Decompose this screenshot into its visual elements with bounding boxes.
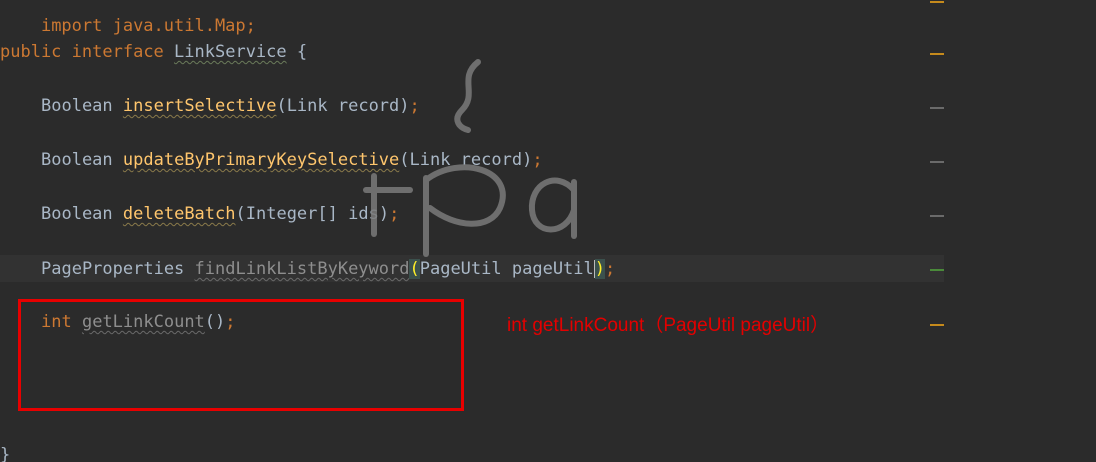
code-line-method-find: PageProperties findLinkListByKeyword(Pag… bbox=[41, 256, 615, 282]
code-line-import: import java.util.Map; bbox=[0, 0, 256, 36]
method-params: Link record bbox=[409, 150, 523, 170]
semicolon: ; bbox=[389, 204, 400, 224]
open-paren-match: ( bbox=[409, 259, 420, 279]
annotation-text: int getLinkCount（PageUtil pageUtil） bbox=[507, 315, 830, 336]
close-brace: } bbox=[0, 445, 11, 462]
info-marker[interactable] bbox=[930, 107, 944, 109]
method-name-insert-selective[interactable]: insertSelective bbox=[123, 96, 277, 116]
code-line-method-delete: Boolean deleteBatch(Integer[] ids); bbox=[41, 204, 400, 224]
param-type: PageUtil bbox=[419, 259, 502, 279]
warning-marker[interactable] bbox=[930, 1, 944, 3]
return-type: Boolean bbox=[41, 204, 113, 224]
return-type: Boolean bbox=[41, 96, 113, 116]
semicolon: ; bbox=[605, 259, 616, 279]
import-statement: import java.util.Map; bbox=[40, 16, 256, 36]
info-marker[interactable] bbox=[930, 161, 944, 163]
return-type: PageProperties bbox=[41, 259, 185, 279]
method-params: Link record bbox=[286, 96, 400, 116]
method-name-delete-batch[interactable]: deleteBatch bbox=[123, 204, 236, 224]
interface-name[interactable]: LinkService bbox=[174, 42, 287, 62]
return-type: Boolean bbox=[41, 150, 113, 170]
method-name-find-link-list-by-keyword[interactable]: findLinkListByKeyword bbox=[195, 259, 410, 279]
keyword-interface: interface bbox=[71, 42, 164, 62]
info-marker[interactable] bbox=[930, 215, 944, 217]
warning-marker[interactable] bbox=[930, 53, 944, 55]
warning-marker[interactable] bbox=[930, 324, 944, 326]
code-line-closing-brace: } bbox=[0, 442, 10, 462]
method-name-update-by-primary-key-selective[interactable]: updateByPrimaryKeySelective bbox=[123, 150, 399, 170]
method-params: Integer[] ids bbox=[245, 204, 379, 224]
semicolon: ; bbox=[409, 96, 420, 116]
keyword-public: public bbox=[0, 42, 62, 62]
close-paren-match: ) bbox=[594, 259, 606, 279]
param-name: pageUtil bbox=[511, 259, 594, 279]
open-brace: { bbox=[296, 42, 308, 62]
code-line-method-insert: Boolean insertSelective(Link record); bbox=[41, 96, 420, 116]
code-line-method-update: Boolean updateByPrimaryKeySelective(Link… bbox=[41, 150, 543, 170]
annotation-highlight-box bbox=[18, 299, 464, 411]
code-line-interface-declaration: public interface LinkService { bbox=[0, 39, 307, 65]
code-editor[interactable]: import java.util.Map; public interface L… bbox=[0, 0, 1096, 462]
semicolon: ; bbox=[532, 150, 543, 170]
change-marker[interactable] bbox=[930, 269, 944, 271]
